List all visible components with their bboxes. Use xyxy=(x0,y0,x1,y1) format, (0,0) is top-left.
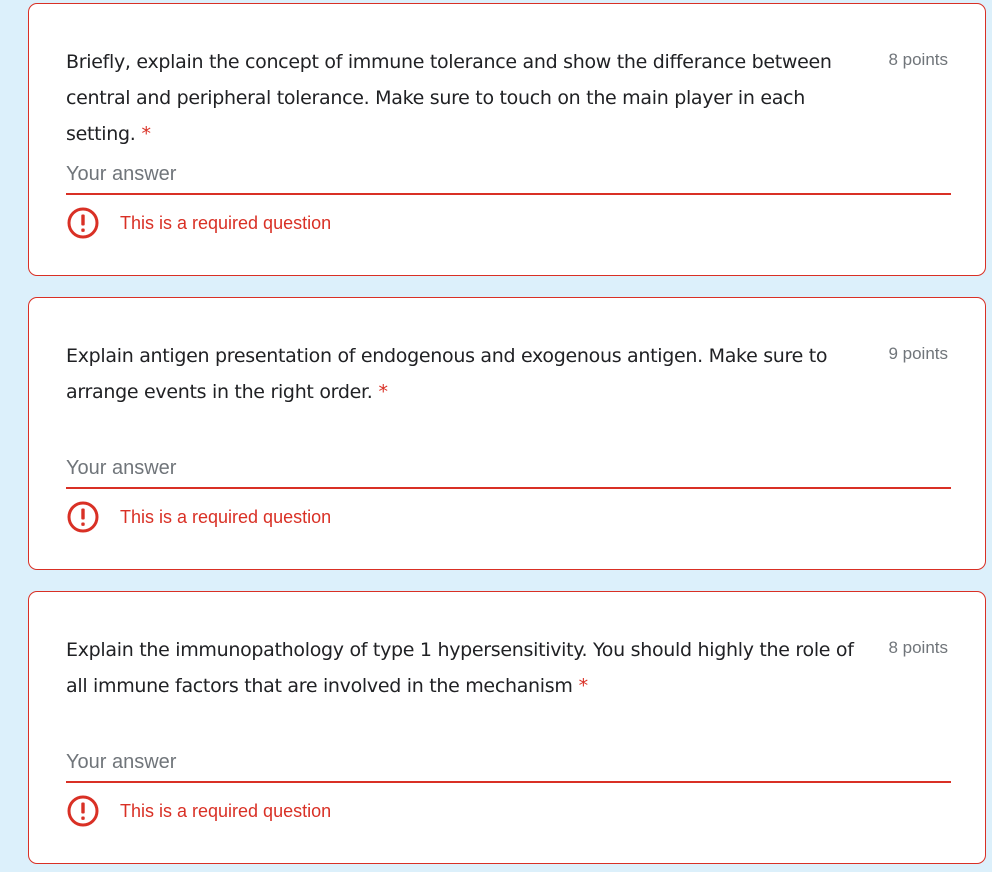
error-message: This is a required question xyxy=(66,794,331,828)
question-title: Briefly, explain the concept of immune t… xyxy=(66,44,866,152)
points-label: 9 points xyxy=(888,344,948,363)
error-message: This is a required question xyxy=(66,500,331,534)
points-label: 8 points xyxy=(888,50,948,69)
answer-input[interactable] xyxy=(66,449,951,489)
question-text: Briefly, explain the concept of immune t… xyxy=(66,51,832,145)
points-label: 8 points xyxy=(888,638,948,657)
question-text: Explain the immunopathology of type 1 hy… xyxy=(66,639,854,697)
answer-input[interactable] xyxy=(66,155,951,195)
question-text: Explain antigen presentation of endogeno… xyxy=(66,345,828,403)
answer-input[interactable] xyxy=(66,743,951,783)
alert-circle-icon xyxy=(66,794,100,828)
alert-circle-icon xyxy=(66,206,100,240)
question-card-2: Explain antigen presentation of endogeno… xyxy=(28,297,986,570)
required-asterisk: * xyxy=(378,381,388,403)
required-asterisk: * xyxy=(141,123,152,145)
error-text: This is a required question xyxy=(120,212,332,233)
error-text: This is a required question xyxy=(120,506,332,527)
question-title: Explain antigen presentation of endogeno… xyxy=(66,338,866,410)
error-message: This is a required question xyxy=(66,206,331,240)
question-card-3: Explain the immunopathology of type 1 hy… xyxy=(28,591,986,864)
alert-circle-icon xyxy=(66,500,100,534)
question-title: Explain the immunopathology of type 1 hy… xyxy=(66,632,866,704)
error-text: This is a required question xyxy=(120,800,332,821)
question-card-1: Briefly, explain the concept of immune t… xyxy=(28,3,986,276)
required-asterisk: * xyxy=(578,675,589,697)
